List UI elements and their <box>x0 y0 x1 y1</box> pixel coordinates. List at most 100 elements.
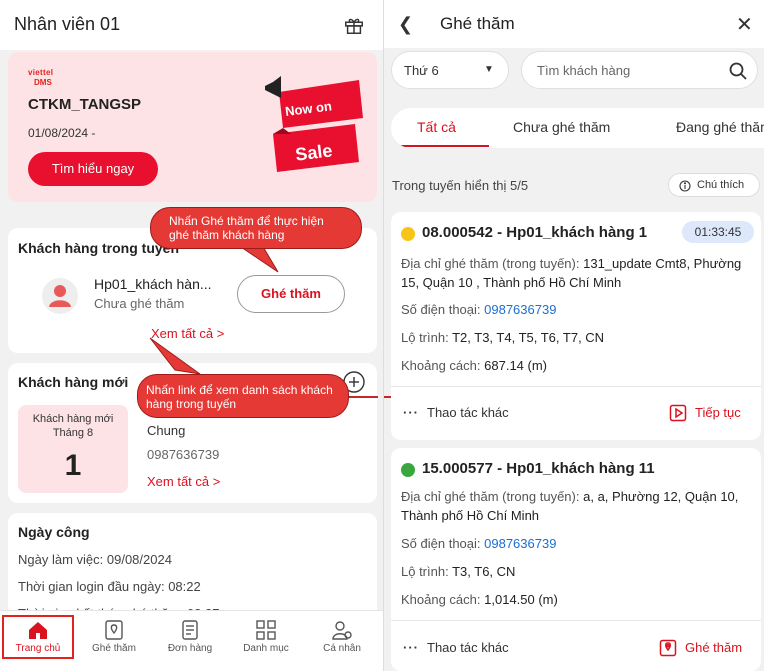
new-customer-box-label: Khách hàng mới <box>32 413 114 425</box>
route-label: Lộ trình: <box>401 564 449 579</box>
new-customers-title: Khách hàng mới <box>18 374 129 390</box>
visit-now-button[interactable]: Ghé thăm <box>659 639 755 659</box>
first-login-row: Thời gian login đầu ngày: 08:22 <box>18 579 201 594</box>
tab-visiting[interactable]: Đang ghé thăm <box>676 119 764 135</box>
new-customers-see-all-link[interactable]: Xem tất cả > <box>147 474 220 489</box>
visit-timer-badge: 01:33:45 <box>682 221 754 243</box>
promo-date: 01/08/2024 - <box>28 126 96 140</box>
visit-card-title: 08.000542 - Hp01_khách hàng 1 <box>422 224 648 241</box>
sale-graphic: Now on Sale <box>265 76 363 172</box>
nav-visit[interactable]: Ghé thăm <box>76 611 152 671</box>
phone-link[interactable]: 0987636739 <box>484 302 556 317</box>
route-customer-status: Chưa ghé thăm <box>94 296 185 311</box>
promo-logo-line2: DMS <box>34 78 52 87</box>
address-label: Địa chỉ ghé thăm (trong tuyến): <box>401 489 580 504</box>
visit-icon <box>105 620 123 640</box>
promo-banner[interactable]: viettel DMS CTKM_TANGSP 01/08/2024 - Tìm… <box>8 52 377 202</box>
profile-icon <box>332 621 352 640</box>
visit-address: Địa chỉ ghé thăm (trong tuyến): 131_upda… <box>401 254 753 292</box>
visit-card[interactable]: 08.000542 - Hp01_khách hàng 1 01:33:45 Đ… <box>391 212 761 440</box>
phone-label: Số điện thoại: <box>401 536 481 551</box>
chevron-down-icon: ▼ <box>484 64 494 75</box>
work-date-label: Ngày làm việc: <box>18 552 104 567</box>
visit-tabs: Tất cả Chưa ghé thăm Đang ghé thăm <box>391 108 764 148</box>
work-date-value: 09/08/2024 <box>106 552 172 567</box>
workday-card: Ngày công Ngày làm việc: 09/08/2024 Thời… <box>8 513 377 623</box>
work-date-row: Ngày làm việc: 09/08/2024 <box>18 552 172 567</box>
nav-home-highlight <box>2 615 74 659</box>
promo-logo-line1: viettel <box>28 68 54 77</box>
visit-header: ❮ Ghé thăm ✕ <box>384 0 764 48</box>
day-select-value: Thứ 6 <box>404 63 439 78</box>
avatar <box>42 278 78 314</box>
tab-all[interactable]: Tất cả <box>417 119 456 135</box>
search-icon[interactable] <box>728 61 748 81</box>
route-customer-name[interactable]: Hp01_khách hàn... <box>94 276 224 292</box>
close-icon[interactable]: ✕ <box>736 12 753 37</box>
callout-link-hint: Nhấn link để xem danh sách khách hàng tr… <box>137 374 349 418</box>
visit-button[interactable]: Ghé thăm <box>237 275 345 313</box>
user-icon <box>49 285 71 307</box>
back-icon[interactable]: ❮ <box>398 14 413 35</box>
home-header: Nhân viên 01 <box>0 0 383 50</box>
first-login-value: 08:22 <box>168 579 201 594</box>
promo-name: CTKM_TANGSP <box>28 96 142 113</box>
more-actions-button[interactable]: ··· Thao tác khác <box>403 640 509 655</box>
home-title: Nhân viên 01 <box>14 14 121 34</box>
customer-search-input[interactable]: Tìm khách hàng <box>521 51 758 89</box>
distance-label: Khoảng cách: <box>401 358 481 373</box>
legend-button[interactable]: Chú thích <box>668 173 760 197</box>
nav-profile[interactable]: Cá nhân <box>304 611 380 671</box>
route-label: Lộ trình: <box>401 330 449 345</box>
route-value: T3, T6, CN <box>452 564 516 579</box>
visit-card[interactable]: 15.000577 - Hp01_khách hàng 11 Địa chỉ g… <box>391 448 761 671</box>
new-customer-box-month: Tháng 8 <box>52 427 94 439</box>
workday-title: Ngày công <box>18 524 90 540</box>
route-see-all-link[interactable]: Xem tất cả > <box>151 326 224 341</box>
status-dot <box>401 227 415 241</box>
day-select[interactable]: Thứ 6 ▼ <box>391 51 509 89</box>
visit-distance: Khoảng cách: 687.14 (m) <box>401 356 547 375</box>
legend-button-label: Chú thích <box>697 179 745 191</box>
new-customer-name[interactable]: Chung <box>147 423 185 438</box>
nav-catalog-label: Danh mục <box>243 643 289 654</box>
tab-active-underline <box>391 145 489 147</box>
more-actions-button[interactable]: ··· Thao tác khác <box>403 405 509 420</box>
card-divider <box>391 620 761 621</box>
continue-button[interactable]: Tiếp tục <box>669 404 755 424</box>
gift-icon[interactable] <box>343 14 365 36</box>
new-customer-count: 1 <box>64 449 82 482</box>
nav-orders[interactable]: Đơn hàng <box>152 611 228 671</box>
new-customer-count-box[interactable]: Khách hàng mới Tháng 8 1 <box>18 405 128 493</box>
phone-label: Số điện thoại: <box>401 302 481 317</box>
nav-profile-label: Cá nhân <box>323 643 361 654</box>
search-placeholder: Tìm khách hàng <box>537 63 631 78</box>
map-pin-icon <box>659 639 677 657</box>
status-dot <box>401 463 415 477</box>
continue-label: Tiếp tục <box>695 405 741 420</box>
distance-label: Khoảng cách: <box>401 592 481 607</box>
nav-visit-label: Ghé thăm <box>92 643 136 654</box>
visit-address: Địa chỉ ghé thăm (trong tuyến): a, a, Ph… <box>401 487 753 525</box>
card-divider <box>391 386 761 387</box>
tab-not-visited[interactable]: Chưa ghé thăm <box>513 119 610 135</box>
info-icon <box>679 180 691 192</box>
distance-value: 687.14 (m) <box>484 358 548 373</box>
visit-route: Lộ trình: T3, T6, CN <box>401 562 515 581</box>
home-screen: Nhân viên 01 viettel DMS CTKM_TANGSP 01/… <box>0 0 383 671</box>
more-icon: ··· <box>403 640 419 655</box>
first-login-label: Thời gian login đầu ngày: <box>18 579 165 594</box>
nav-catalog[interactable]: Danh mục <box>228 611 304 671</box>
new-customer-phone: 0987636739 <box>147 447 220 462</box>
more-icon: ··· <box>403 405 419 420</box>
visit-phone: Số điện thoại: 0987636739 <box>401 534 556 553</box>
route-value: T2, T3, T4, T5, T6, T7, CN <box>452 330 605 345</box>
play-icon <box>669 404 687 422</box>
learn-more-button[interactable]: Tìm hiểu ngay <box>28 152 158 186</box>
visit-phone: Số điện thoại: 0987636739 <box>401 300 556 319</box>
visit-now-label: Ghé thăm <box>685 640 743 655</box>
more-actions-label: Thao tác khác <box>427 640 509 655</box>
visit-card-title: 15.000577 - Hp01_khách hàng 11 <box>422 460 655 477</box>
visit-route: Lộ trình: T2, T3, T4, T5, T6, T7, CN <box>401 328 604 347</box>
phone-link[interactable]: 0987636739 <box>484 536 556 551</box>
